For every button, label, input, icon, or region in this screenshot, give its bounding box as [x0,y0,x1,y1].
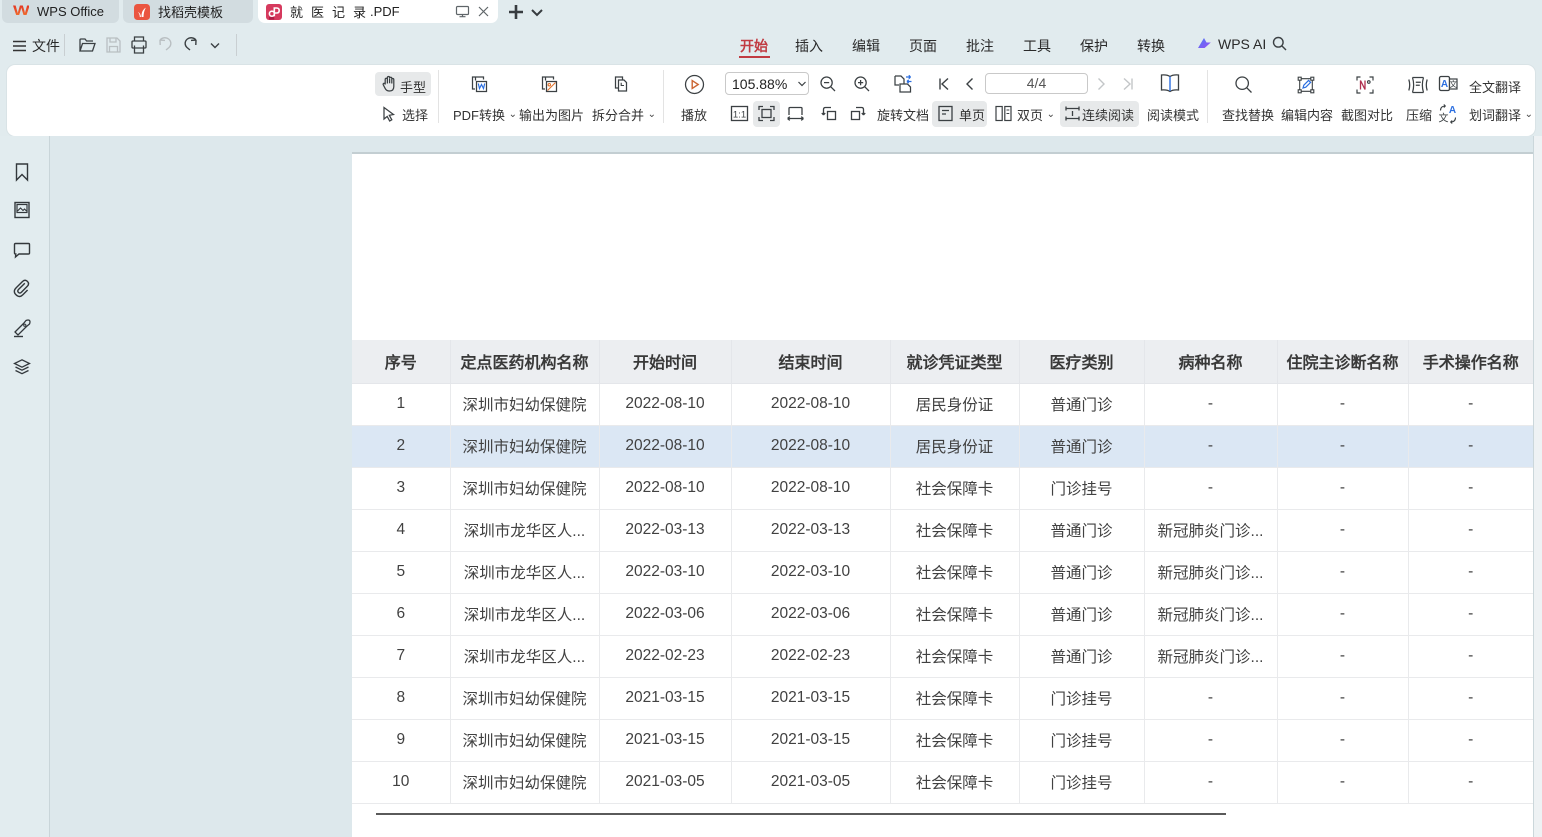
svg-text:文: 文 [1449,79,1457,89]
svg-text:W: W [13,4,29,19]
svg-text:1:1: 1:1 [733,109,746,120]
svg-text:A: A [1449,105,1456,116]
svg-text:文: 文 [1439,112,1449,125]
svg-text:A: A [1441,79,1448,90]
